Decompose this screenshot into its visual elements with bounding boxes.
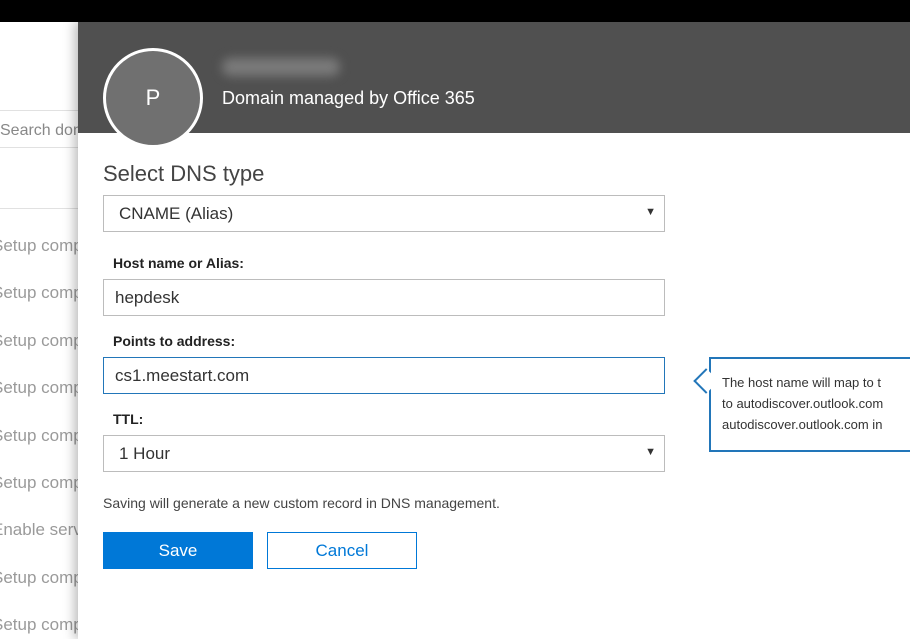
host-name-value: hepdesk	[115, 288, 180, 307]
panel-header: Domain managed by Office 365	[78, 22, 910, 133]
points-to-label: Points to address:	[113, 333, 236, 349]
ttl-select[interactable]: 1 Hour ▼	[103, 435, 665, 472]
panel-subtitle: Domain managed by Office 365	[222, 88, 475, 108]
top-bar	[0, 0, 910, 22]
divider	[0, 208, 90, 209]
add-record-panel: Domain managed by Office 365 P Select DN…	[78, 22, 910, 639]
redacted-domain-name	[222, 58, 340, 76]
ttl-value: 1 Hour	[119, 444, 171, 463]
dns-type-select[interactable]: CNAME (Alias) ▼	[103, 195, 665, 232]
callout-line: The host name will map to t	[722, 375, 881, 390]
host-name-label: Host name or Alias:	[113, 255, 244, 271]
ttl-label: TTL:	[113, 411, 144, 427]
dns-type-value: CNAME (Alias)	[119, 204, 234, 223]
save-button[interactable]: Save	[103, 532, 253, 569]
callout-line: to autodiscover.outlook.com	[722, 396, 884, 411]
help-callout: The host name will map to t to autodisco…	[709, 357, 910, 452]
host-name-input[interactable]: hepdesk	[103, 279, 665, 316]
points-to-input[interactable]: cs1.meestart.com	[103, 357, 665, 394]
dns-type-title: Select DNS type	[103, 161, 265, 186]
cancel-button[interactable]: Cancel	[267, 532, 417, 569]
save-note: Saving will generate a new custom record…	[103, 495, 500, 511]
search-domains-input[interactable]: Search domains	[0, 110, 116, 148]
dropdown-caret-icon: ▼	[645, 206, 656, 218]
avatar: P	[103, 48, 203, 148]
avatar-letter: P	[145, 85, 161, 110]
points-to-value: cs1.meestart.com	[115, 366, 250, 385]
dropdown-caret-icon: ▼	[645, 446, 656, 458]
callout-line: autodiscover.outlook.com in	[722, 417, 883, 432]
